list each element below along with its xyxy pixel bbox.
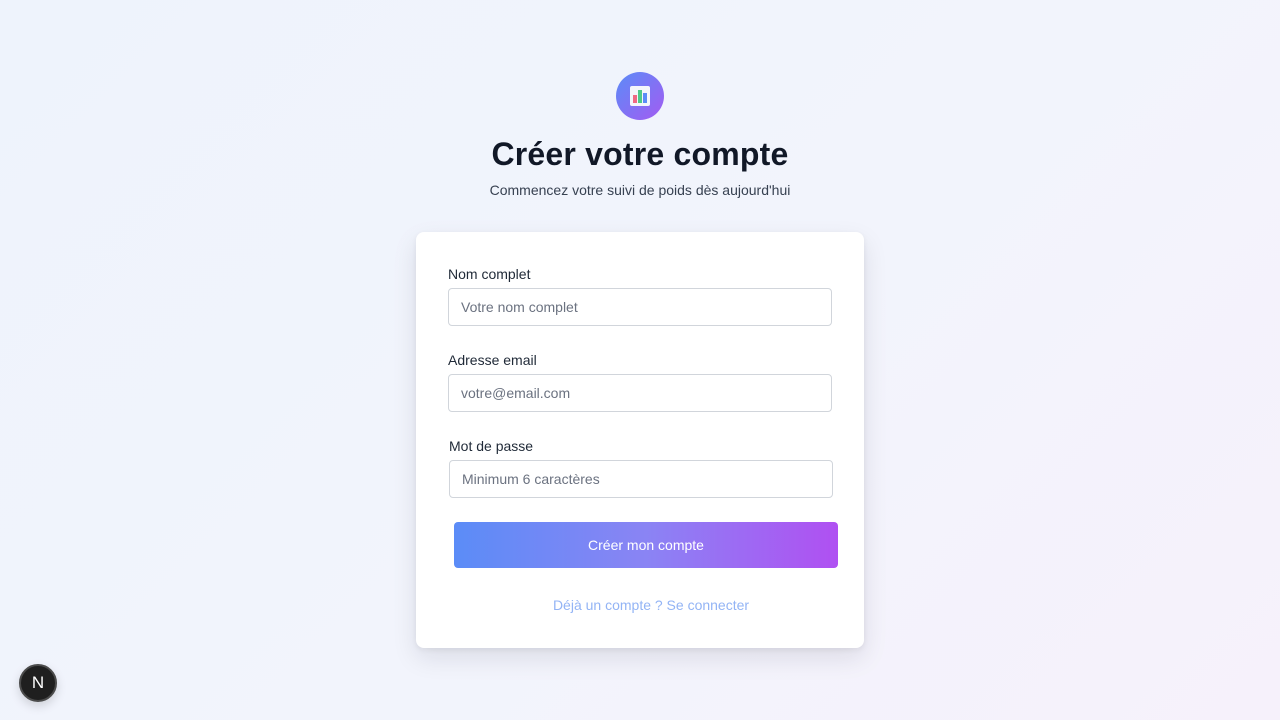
signup-form: Nom complet Adresse email Mot de passe C… [416,232,864,648]
login-link[interactable]: Déjà un compte ? Se connecter [416,597,886,613]
create-account-button[interactable]: Créer mon compte [454,522,838,568]
name-field[interactable] [448,288,832,326]
n-logo-icon: N [31,673,45,692]
email-field[interactable] [448,374,832,412]
name-label: Nom complet [448,266,531,282]
bar-chart-icon [630,86,650,106]
page-subtitle: Commencez votre suivi de poids dès aujou… [489,182,791,198]
password-label: Mot de passe [449,438,534,454]
email-label: Adresse email [448,352,537,368]
dev-tools-badge[interactable]: N [19,664,57,702]
app-logo [616,72,664,120]
page-title: Créer votre compte [491,136,789,172]
password-field[interactable] [449,460,833,498]
